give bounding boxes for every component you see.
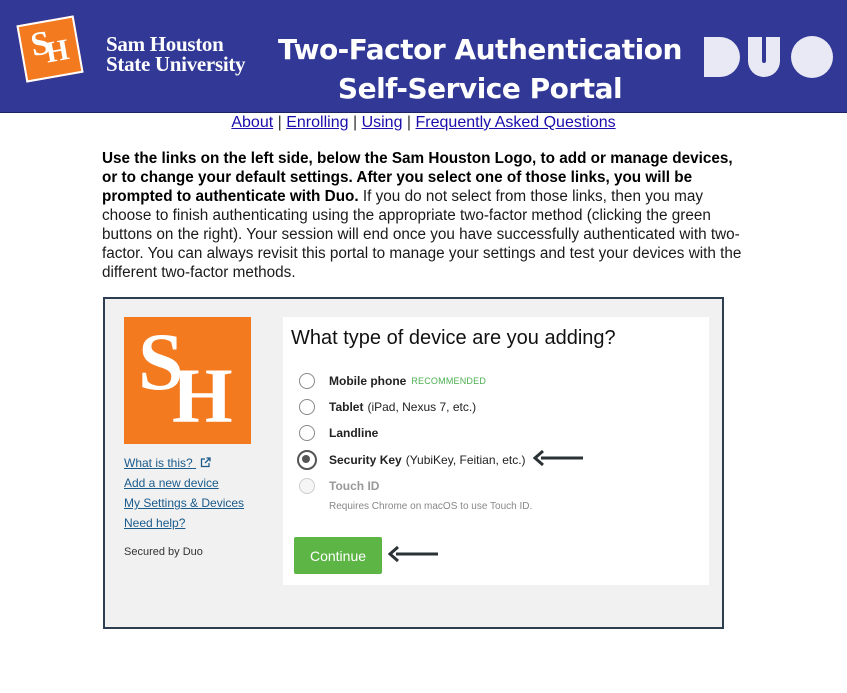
university-line-1: Sam Houston (106, 32, 224, 56)
need-help-link[interactable]: Need help? (124, 513, 244, 533)
option-landline[interactable]: Landline (299, 423, 378, 443)
option-touch-id: Touch ID (299, 476, 379, 496)
top-nav: About | Enrolling | Using | Frequently A… (0, 114, 847, 132)
logo-letter-h: H (42, 33, 72, 70)
option-detail: (YubiKey, Feitian, etc.) (405, 453, 526, 467)
what-is-this-link[interactable]: What is this? (124, 453, 244, 473)
radio-button[interactable] (299, 373, 315, 389)
external-link-icon (200, 457, 211, 468)
option-mobile-phone[interactable]: Mobile phone RECOMMENDED (299, 371, 486, 391)
duo-prompt-frame: S H What is this? Add a new device My Se… (103, 297, 724, 629)
touch-id-note: Requires Chrome on macOS to use Touch ID… (329, 501, 533, 512)
radio-button[interactable] (299, 425, 315, 441)
university-name: Sam Houston State University (106, 32, 246, 76)
secured-by-duo: Secured by Duo (124, 546, 203, 558)
device-question: What type of device are you adding? (291, 327, 616, 349)
option-security-key[interactable]: Security Key (YubiKey, Feitian, etc.) (297, 450, 526, 470)
arrow-left-icon (533, 449, 583, 467)
portal-title: Two-Factor Authentication Self-Service P… (250, 30, 710, 108)
recommended-badge: RECOMMENDED (411, 376, 487, 386)
portal-header: S H Sam Houston State University Two-Fac… (0, 0, 847, 113)
what-is-this-label: What is this? (124, 456, 193, 470)
duo-logo (704, 36, 833, 78)
option-label: Tablet (329, 400, 364, 414)
sidebar-links: What is this? Add a new device My Settin… (124, 453, 244, 533)
option-tablet[interactable]: Tablet (iPad, Nexus 7, etc.) (299, 397, 476, 417)
shsu-logo-small: S H (16, 15, 84, 83)
nav-separator: | (352, 114, 358, 131)
portal-title-line-1: Two-Factor Authentication (278, 33, 682, 66)
option-label: Touch ID (329, 479, 380, 493)
intro-text: Use the links on the left side, below th… (102, 149, 742, 282)
option-label: Security Key (329, 453, 402, 467)
add-device-link[interactable]: Add a new device (124, 473, 244, 493)
radio-button-disabled (299, 478, 315, 494)
option-label: Landline (329, 426, 379, 440)
nav-faq-link[interactable]: Frequently Asked Questions (416, 114, 616, 131)
option-label: Mobile phone (329, 374, 407, 388)
logo-letter-h: H (172, 352, 233, 439)
arrow-left-icon (388, 545, 438, 563)
my-settings-link[interactable]: My Settings & Devices (124, 493, 244, 513)
nav-separator: | (277, 114, 282, 131)
nav-about-link[interactable]: About (231, 114, 273, 131)
option-detail: (iPad, Nexus 7, etc.) (367, 400, 477, 414)
university-line-2: State University (106, 52, 246, 76)
shsu-logo-large: S H (124, 316, 251, 444)
nav-using-link[interactable]: Using (362, 114, 403, 131)
radio-button[interactable] (299, 399, 315, 415)
continue-button[interactable]: Continue (294, 537, 382, 574)
nav-enrolling-link[interactable]: Enrolling (286, 114, 348, 131)
nav-separator: | (406, 114, 412, 131)
radio-button-selected[interactable] (297, 450, 317, 470)
portal-title-line-2: Self-Service Portal (337, 72, 623, 105)
device-type-panel: What type of device are you adding? Mobi… (283, 317, 709, 585)
